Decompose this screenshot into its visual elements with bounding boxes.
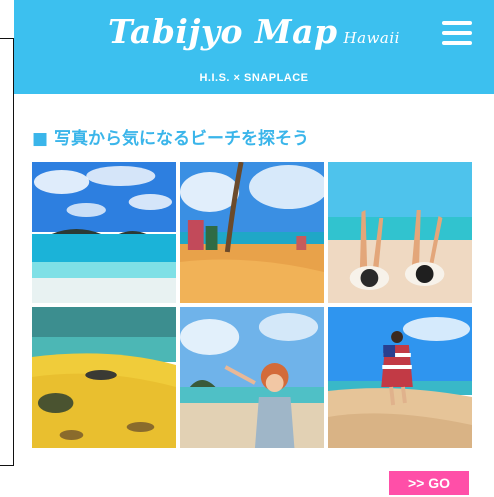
beach-photo-1[interactable]: [32, 162, 176, 303]
beach-photo-3[interactable]: [328, 162, 472, 303]
logo-sub: Hawaii: [343, 29, 400, 47]
beach-photo-5[interactable]: [180, 307, 324, 448]
beach-section: ■ 写真から気になるビーチを探そう >> GO: [14, 94, 494, 497]
go-button[interactable]: >> GO: [389, 471, 469, 495]
tagline: H.I.S. × SNAPLACE: [199, 72, 309, 84]
beach-photo-4[interactable]: [32, 307, 176, 448]
logo-main: Tabijyo Map: [108, 12, 338, 51]
beach-photo-grid: [32, 162, 472, 448]
app-screen: Tabijyo Map Hawaii H.I.S. × SNAPLACE ■ 写真…: [14, 0, 494, 497]
frame-line: [0, 465, 14, 466]
beach-photo-6[interactable]: [328, 307, 472, 448]
beach-photo-2[interactable]: [180, 162, 324, 303]
logo[interactable]: Tabijyo Map Hawaii: [14, 12, 494, 51]
hamburger-menu-icon[interactable]: [442, 21, 472, 45]
section-title: ■ 写真から気になるビーチを探そう: [32, 129, 309, 149]
frame-line: [0, 38, 14, 39]
app-header: Tabijyo Map Hawaii H.I.S. × SNAPLACE: [14, 0, 494, 94]
